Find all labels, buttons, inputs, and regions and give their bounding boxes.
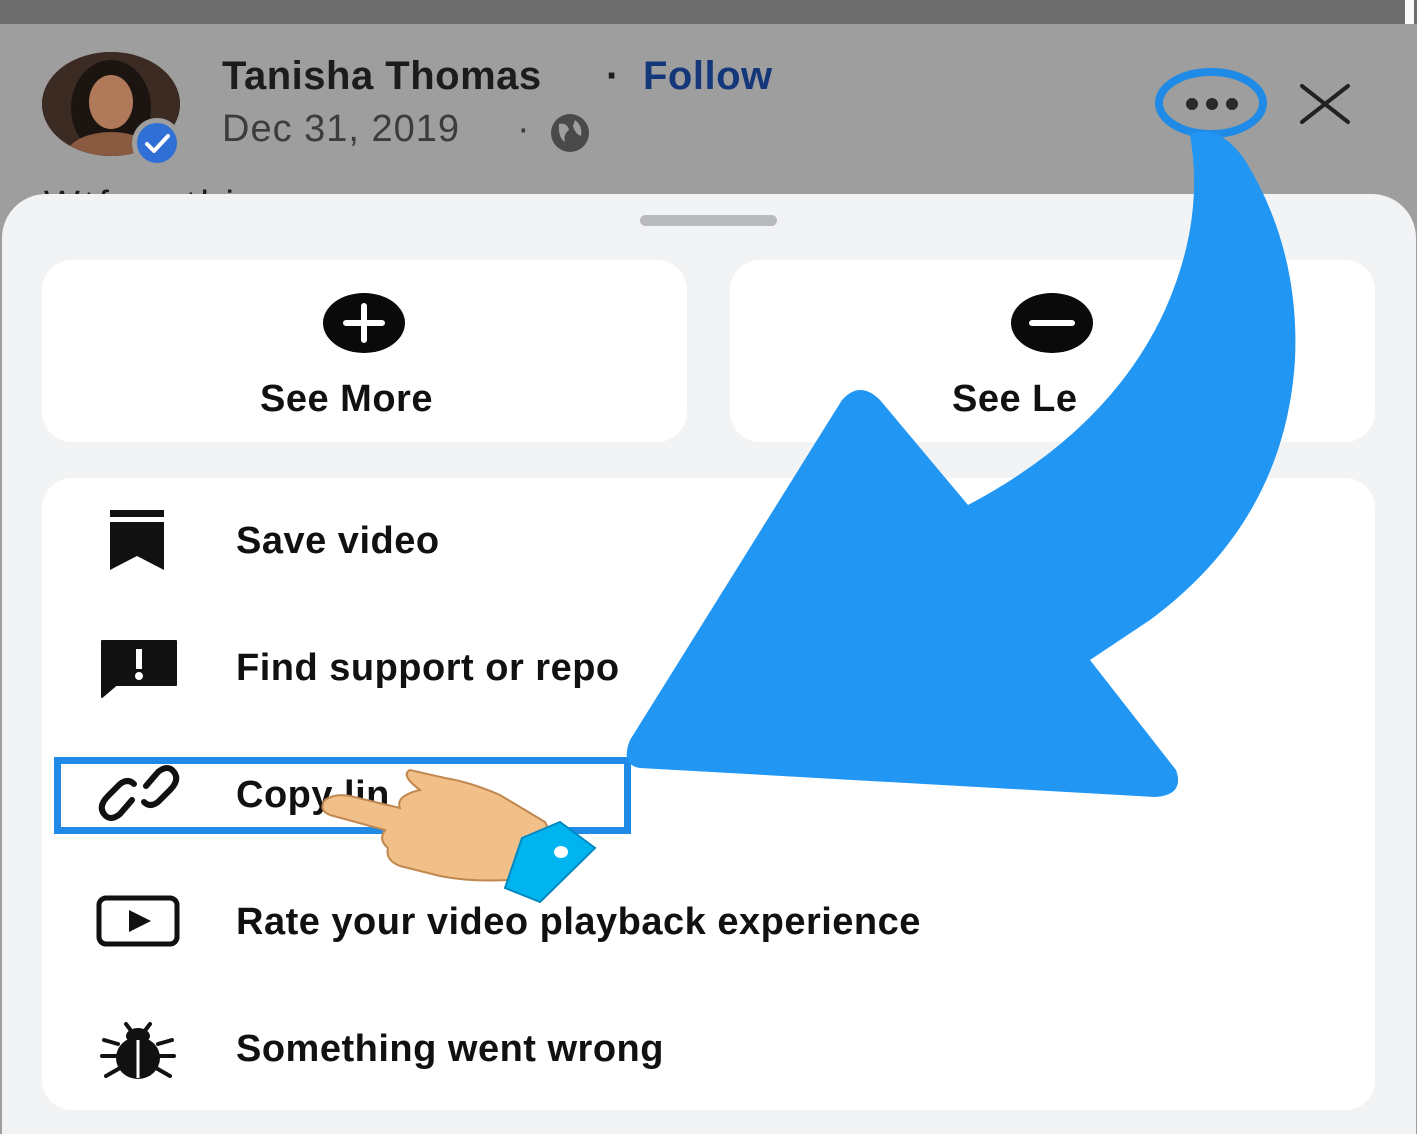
author-name[interactable]: Tanisha Thomas [222,54,542,99]
sheet-grab-handle[interactable] [640,215,777,226]
more-options-icon[interactable] [1182,94,1242,114]
menu-item-find-support[interactable]: Find support or repo [42,607,1375,727]
see-less-button[interactable]: See Le [730,260,1375,442]
minus-circle-icon [1011,293,1093,353]
play-icon [96,895,180,947]
menu-item-rate-playback[interactable]: Rate your video playback experience [42,861,1375,981]
report-icon [101,640,177,698]
name-separator: · [606,54,620,98]
post-header: Tanisha Thomas · Follow Dec 31, 2019 · W… [0,24,1417,226]
see-more-label: See More [260,378,433,420]
menu-item-something-wrong[interactable]: Something went wrong [42,988,1375,1108]
post-date[interactable]: Dec 31, 2019 [222,108,460,151]
plus-circle-icon [323,293,405,353]
see-less-label: See Le [952,378,1078,420]
menu-item-label: Rate your video playback experience [236,901,921,943]
close-icon[interactable] [1296,82,1354,126]
menu-item-label: Find support or repo [236,647,620,689]
menu-item-save-video[interactable]: Save video [42,480,1375,600]
status-bar [0,0,1417,24]
follow-link[interactable]: Follow [643,54,773,99]
copy-link-highlight [54,757,631,834]
bookmark-icon [110,510,164,570]
globe-icon [551,114,589,152]
see-more-button[interactable]: See More [42,260,687,442]
menu-item-label: Save video [236,520,440,562]
bug-icon [100,1022,176,1079]
verified-badge-icon [132,118,182,168]
menu-item-label: Something went wrong [236,1028,664,1070]
date-separator: · [517,108,530,150]
